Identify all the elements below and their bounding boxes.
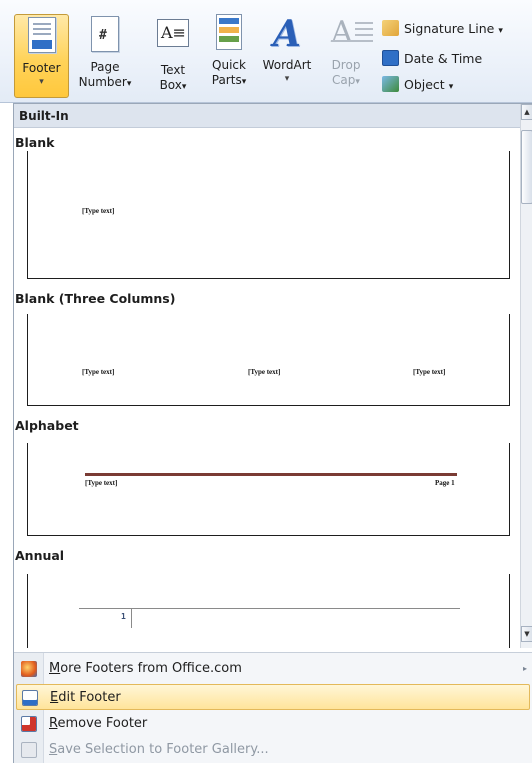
edit-footer-menu-item[interactable]: Edit Footer [16,684,530,710]
save-selection-menu-item[interactable]: Save Selection to Footer Gallery... [14,737,532,763]
drop-cap-button[interactable]: A Drop Cap▾ [322,14,373,98]
page-number-label: Page [90,60,120,74]
quick-parts-label-2: Parts▾ [205,73,253,90]
remove-footer-icon [21,716,37,732]
drop-cap-label-line2: Cap [332,73,356,87]
remove-footer-menu-item[interactable]: Remove Footer [14,711,532,737]
drop-cap-label: Drop [331,58,361,72]
more-footers-menu-item[interactable]: More Footers from Office.com ▸ [14,656,532,682]
text-box-icon: A≡ [156,19,190,57]
footer-label: Footer [22,61,61,75]
footer-icon [25,17,59,55]
edit-footer-icon [22,690,38,706]
text-box-label: Text [160,63,186,77]
scroll-thumb[interactable] [521,130,532,204]
footer-commands: More Footers from Office.com ▸ Edit Foot… [14,652,532,763]
footer-thumbnail-annual[interactable]: 1 [27,574,510,648]
object-icon [382,76,399,92]
annual-divider [131,608,132,628]
text-box-button[interactable]: A≡ Text Box▾ [148,14,198,98]
chevron-down-icon: ▾ [181,82,187,92]
date-time-label: Date & Time [404,51,483,66]
page-number-text: 1 [121,612,126,621]
wordart-icon: A [273,13,301,55]
wordart-label: WordArt [262,58,312,72]
chevron-down-icon: ▾ [355,77,360,87]
signature-line-label: Signature Line [404,21,495,36]
quick-parts-label: Quick [212,58,246,72]
page-number-text: Page 1 [435,479,455,487]
quick-parts-icon [212,14,246,52]
edit-footer-label: Edit Footer [50,685,121,711]
object-button[interactable]: Object ▾ [382,74,453,96]
edit-footer-label-text: dit Footer [58,690,121,705]
placeholder-text: [Type text] [413,368,446,376]
chevron-down-icon: ▾ [126,79,132,89]
save-selection-icon [21,742,37,758]
save-selection-label: Save Selection to Footer Gallery... [49,737,269,763]
chevron-down-icon: ▾ [448,82,454,92]
remove-footer-label: Remove Footer [49,711,147,737]
section-title-blank-three-columns: Blank (Three Columns) [15,291,176,306]
chevron-down-icon: ▾ [241,77,247,87]
edit-footer-label-access-key: E [50,690,59,705]
submenu-arrow-icon: ▸ [522,664,527,673]
section-title-annual: Annual [15,548,65,563]
chevron-down-icon: ▾ [284,74,290,84]
quick-parts-label-line2: Parts [211,73,242,87]
annual-rule [79,608,460,609]
text-box-label-line2: Box [159,78,182,92]
signature-line-button[interactable]: Signature Line ▾ [382,18,503,40]
page-number-button[interactable]: # Page Number▾ [72,14,138,98]
quick-parts-button[interactable]: Quick Parts▾ [205,14,253,98]
section-title-blank: Blank [15,135,55,150]
date-time-icon [382,50,399,66]
chevron-down-icon: ▾ [39,77,44,87]
section-title-alphabet: Alphabet [15,418,79,433]
footer-dropdown-menu: Built-In Blank [Type text] Blank (Three … [13,103,532,763]
placeholder-text: [Type text] [82,207,115,215]
scroll-up-button[interactable]: ▲ [521,104,532,120]
gallery-scrollbar[interactable]: ▲ ▼ [520,104,532,648]
chevron-down-icon: ▾ [498,26,503,36]
signature-line-icon [382,20,399,36]
placeholder-text: [Type text] [85,479,118,487]
date-time-button[interactable]: Date & Time [382,48,482,70]
text-box-label-2: Box▾ [148,78,198,95]
alphabet-rule [85,473,457,476]
built-in-header: Built-In [14,104,520,128]
office-online-icon [21,661,37,677]
page-number-label-2: Number▾ [72,75,138,92]
wordart-button[interactable]: A WordArt ▾ [258,14,316,98]
footer-button[interactable]: Footer ▾ [14,14,69,98]
page-number-label-line2: Number [78,75,127,89]
page-number-icon: # [88,16,122,54]
more-footers-label-text: ore Footers from Office.com [60,661,242,676]
footer-thumbnail-blank[interactable]: [Type text] [27,151,510,279]
footer-thumbnail-blank-three-columns[interactable]: [Type text] [Type text] [Type text] [27,314,510,406]
more-footers-label: More Footers from Office.com [49,656,242,682]
footer-gallery[interactable]: Blank [Type text] Blank (Three Columns) … [14,128,520,648]
scroll-down-button[interactable]: ▼ [521,626,532,642]
object-label: Object [404,77,445,92]
drop-cap-label-2: Cap▾ [322,73,370,90]
placeholder-text: [Type text] [82,368,115,376]
ribbon: Footer ▾ # Page Number▾ A≡ Text Box▾ Qui… [0,0,532,103]
drop-cap-icon: A [329,14,373,52]
save-selection-label-text: ave Selection to Footer Gallery... [57,742,269,757]
placeholder-text: [Type text] [248,368,281,376]
remove-footer-label-text: emove Footer [57,716,148,731]
more-footers-label-access-key: M [49,661,61,676]
footer-thumbnail-alphabet[interactable]: [Type text] Page 1 [27,443,510,536]
